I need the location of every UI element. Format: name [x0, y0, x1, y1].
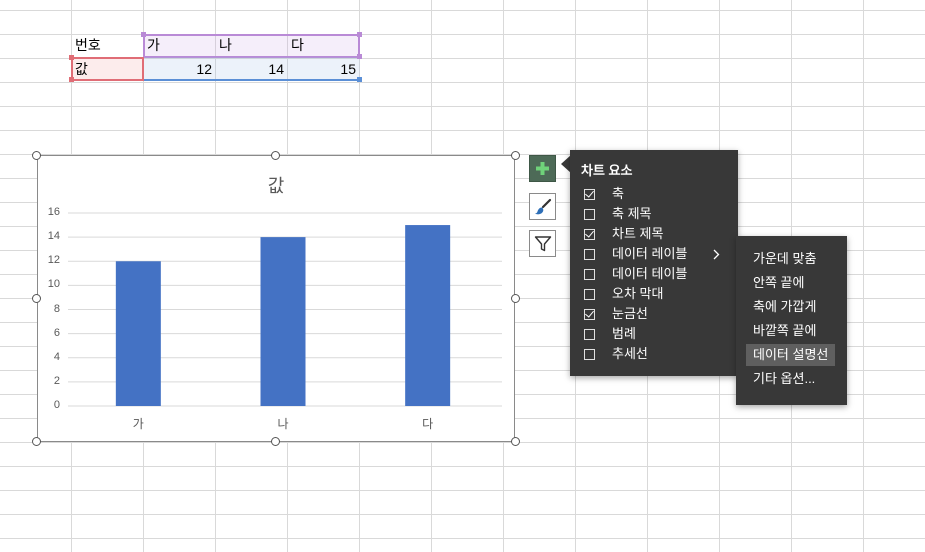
cell-b2[interactable]: 12: [144, 58, 215, 80]
chart-element-label: 범례: [612, 326, 636, 341]
chart-element-option[interactable]: 눈금선: [584, 305, 648, 323]
chart-element-option[interactable]: 추세선: [584, 345, 648, 363]
resize-handle-bottom[interactable]: [271, 437, 280, 446]
y-tick-label: 16: [47, 206, 60, 218]
resize-handle-top-left[interactable]: [32, 151, 41, 160]
chart-element-label: 추세선: [612, 346, 648, 361]
y-tick-label: 4: [53, 350, 60, 363]
chart-element-label: 축: [612, 186, 624, 201]
cell-c2[interactable]: 14: [216, 58, 287, 80]
data-label-option[interactable]: 축에 가깝게: [746, 296, 823, 318]
x-tick-label: 가: [132, 417, 144, 431]
y-tick-label: 2: [53, 374, 60, 387]
plus-icon: [536, 162, 549, 175]
y-tick-label: 10: [47, 278, 60, 291]
plot-area[interactable]: [38, 156, 516, 443]
resize-handle-top[interactable]: [271, 151, 280, 160]
bar[interactable]: [115, 261, 161, 406]
bar[interactable]: [260, 237, 306, 406]
data-label-option[interactable]: 바깥쪽 끝에: [746, 320, 823, 342]
chart-elements-button[interactable]: [529, 155, 556, 182]
checkbox-unchecked[interactable]: [584, 288, 595, 300]
chart-filters-button[interactable]: [529, 230, 556, 257]
chart-elements-menu: 차트 요소 축축 제목차트 제목데이터 레이블데이터 테이블오차 막대눈금선범례…: [570, 150, 738, 376]
data-label-option[interactable]: 안쪽 끝에: [746, 272, 811, 294]
chart-element-label: 데이터 테이블: [612, 266, 688, 281]
checkbox-checked[interactable]: [584, 188, 595, 200]
chart-styles-button[interactable]: [529, 193, 556, 220]
checkbox-unchecked[interactable]: [584, 348, 595, 360]
chart-element-option[interactable]: 데이터 레이블: [584, 245, 687, 263]
chart-elements-menu-title: 차트 요소: [581, 163, 633, 178]
resize-handle-left[interactable]: [32, 294, 41, 303]
chart-element-option[interactable]: 축 제목: [584, 205, 652, 223]
y-tick-label: 14: [47, 230, 60, 243]
chart-element-option[interactable]: 데이터 테이블: [584, 265, 687, 283]
y-tick-label: 12: [47, 254, 60, 267]
checkbox-checked[interactable]: [584, 308, 595, 320]
chart-element-label: 차트 제목: [612, 226, 664, 241]
chart-element-label: 오차 막대: [612, 286, 664, 301]
cell-a1[interactable]: 번호: [72, 34, 143, 56]
cell-d1[interactable]: 다: [288, 34, 359, 56]
checkbox-unchecked[interactable]: [584, 208, 595, 220]
brush-icon: [534, 198, 551, 214]
chart-area[interactable]: 값 0 2 4 6 8 10 12 14 16 가나다: [37, 155, 515, 442]
checkbox-unchecked[interactable]: [584, 268, 595, 280]
x-tick-label: 나: [277, 417, 289, 431]
filter-icon: [534, 235, 551, 251]
y-tick-label: 0: [53, 399, 60, 411]
chart-element-option[interactable]: 축: [584, 185, 624, 203]
resize-handle-right[interactable]: [511, 294, 520, 303]
chart-element-label: 눈금선: [612, 306, 648, 321]
y-tick-label: 8: [53, 302, 60, 315]
chart-element-option[interactable]: 오차 막대: [584, 285, 663, 303]
resize-handle-top-right[interactable]: [511, 151, 520, 160]
cell-c1[interactable]: 나: [216, 34, 287, 56]
cell-b1[interactable]: 가: [144, 34, 215, 56]
resize-handle-bottom-left[interactable]: [32, 437, 41, 446]
checkbox-unchecked[interactable]: [584, 328, 595, 340]
resize-handle-bottom-right[interactable]: [511, 437, 520, 446]
bar[interactable]: [405, 225, 451, 406]
cell-d2[interactable]: 15: [288, 58, 359, 80]
chart-element-label: 축 제목: [612, 206, 652, 221]
checkbox-checked[interactable]: [584, 228, 595, 240]
y-tick-label: 6: [53, 326, 60, 339]
x-tick-label: 다: [422, 417, 434, 431]
data-label-option[interactable]: 데이터 설명선: [746, 344, 836, 366]
chevron-right-icon: [713, 249, 720, 260]
data-labels-submenu: 가운데 맞춤 안쪽 끝에 축에 가깝게 바깥쪽 끝에 데이터 설명선 기타 옵션...: [736, 236, 847, 405]
cell-a2[interactable]: 값: [72, 58, 143, 80]
checkbox-unchecked[interactable]: [584, 248, 595, 260]
chart-element-option[interactable]: 차트 제목: [584, 225, 663, 243]
chart-element-option[interactable]: 범례: [584, 325, 636, 343]
data-label-option[interactable]: 가운데 맞춤: [746, 248, 823, 270]
chart-element-label: 데이터 레이블: [612, 246, 688, 261]
data-label-option[interactable]: 기타 옵션...: [746, 368, 822, 390]
